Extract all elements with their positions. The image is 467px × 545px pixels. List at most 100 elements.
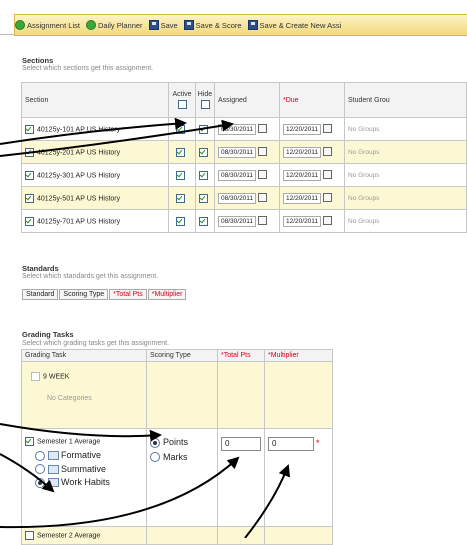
assigned-cell: 08/30/2011: [214, 140, 280, 164]
points-label: Points: [163, 437, 189, 447]
assigned-cell: 08/30/2011: [214, 209, 280, 233]
active-cell: [168, 163, 196, 187]
assigned-date-input[interactable]: 08/30/2011: [218, 169, 257, 181]
assignment-list-button[interactable]: Assignment List: [15, 20, 80, 30]
multiplier-input[interactable]: 0: [268, 437, 314, 451]
calendar-icon[interactable]: [258, 170, 268, 180]
semester1-label: Semester 1 Average: [37, 438, 101, 446]
calendar-icon[interactable]: [258, 124, 268, 134]
hide-checkbox[interactable]: [199, 124, 208, 134]
marks-radio[interactable]: [150, 452, 160, 463]
active-checkbox[interactable]: [176, 147, 185, 157]
groups-value: No Groups: [348, 148, 380, 156]
week-task-cell: 9 WEEK No Categories: [21, 361, 147, 429]
semester2-total-cell: [217, 526, 265, 545]
daily-planner-label: Daily Planner: [97, 20, 143, 30]
active-checkbox[interactable]: [176, 193, 185, 203]
category-formative[interactable]: Formative: [25, 450, 143, 461]
hide-checkbox[interactable]: [199, 170, 208, 180]
assigned-date-input[interactable]: 08/30/2011: [218, 146, 257, 158]
assigned-date-input[interactable]: 08/30/2011: [218, 192, 257, 204]
sections-subtitle: Select which sections get this assignmen…: [22, 65, 154, 72]
scoring-marks-option[interactable]: Marks: [150, 452, 214, 463]
green-circle-icon: [85, 20, 96, 30]
section-checkbox[interactable]: [25, 170, 34, 180]
semester1-checkbox[interactable]: [25, 437, 34, 446]
toolbar: Assignment List Daily Planner Save Save …: [0, 0, 467, 36]
save-score-button[interactable]: Save & Score: [183, 20, 242, 30]
assigned-date-input[interactable]: 08/30/2011: [218, 215, 257, 227]
due-date-input[interactable]: 12/20/2011: [283, 123, 322, 135]
hide-cell: [195, 163, 215, 187]
week-mult-cell: [264, 361, 333, 429]
hide-checkbox[interactable]: [199, 147, 208, 157]
week-checkbox[interactable]: [31, 372, 40, 381]
category-summative[interactable]: Summative: [25, 464, 143, 475]
active-select-all-checkbox[interactable]: [177, 100, 187, 109]
semester1-task-cell: Semester 1 Average Formative Summative W…: [21, 428, 147, 527]
grading-task-row: 9 WEEK No Categories: [21, 361, 333, 429]
save-disk-icon: [247, 20, 258, 30]
section-checkbox[interactable]: [25, 216, 34, 226]
section-checkbox[interactable]: [25, 147, 34, 157]
calendar-icon[interactable]: [258, 216, 268, 226]
total-pts-input[interactable]: 0: [221, 437, 261, 451]
section-name-cell: 40125y-701 AP US History: [21, 209, 169, 233]
formative-radio[interactable]: [35, 450, 45, 461]
section-name: 40125y-301 AP US History: [37, 171, 121, 179]
active-checkbox[interactable]: [176, 216, 185, 226]
due-date-input[interactable]: 12/20/2011: [283, 215, 322, 227]
marks-label: Marks: [163, 451, 188, 462]
hide-select-all-checkbox[interactable]: [200, 100, 210, 109]
groups-value: No Groups: [348, 217, 380, 225]
assigned-date-input[interactable]: 08/30/2011: [218, 123, 257, 135]
section-checkbox[interactable]: [25, 124, 34, 134]
semester2-scoring-cell: [146, 526, 218, 545]
calendar-icon[interactable]: [258, 193, 268, 203]
work-habits-label: Work Habits: [61, 477, 110, 488]
points-radio[interactable]: [150, 437, 160, 448]
toolbar-strip: Assignment List Daily Planner Save Save …: [14, 14, 467, 36]
calendar-icon[interactable]: [323, 216, 333, 226]
daily-planner-button[interactable]: Daily Planner: [85, 20, 143, 30]
section-name-cell: 40125y-201 AP US History: [21, 140, 169, 164]
save-create-new-button[interactable]: Save & Create New Assi: [247, 20, 341, 30]
save-disk-icon: [183, 20, 194, 30]
section-name-cell: 40125y-301 AP US History: [21, 163, 169, 187]
groups-cell: No Groups: [344, 140, 467, 164]
assigned-cell: 08/30/2011: [214, 186, 280, 210]
calendar-icon[interactable]: [323, 193, 333, 203]
calendar-icon[interactable]: [323, 170, 333, 180]
section-name: 40125y-501 AP US History: [37, 194, 121, 202]
hide-checkbox[interactable]: [199, 216, 208, 226]
hide-cell: [195, 186, 215, 210]
active-checkbox[interactable]: [176, 124, 185, 134]
due-date-input[interactable]: 12/20/2011: [283, 169, 322, 181]
due-date-input[interactable]: 12/20/2011: [283, 146, 322, 158]
groups-value: No Groups: [348, 194, 380, 202]
calendar-icon[interactable]: [323, 124, 333, 134]
grading-tasks-table: Grading Task Scoring Type *Total Pts *Mu…: [21, 349, 333, 545]
active-checkbox[interactable]: [176, 170, 185, 180]
semester2-checkbox[interactable]: [25, 531, 34, 540]
section-checkbox[interactable]: [25, 193, 34, 203]
save-disk-icon: [148, 20, 159, 30]
scoring-type-header: Scoring Type: [146, 349, 218, 362]
multiplier-header: *Multiplier: [264, 349, 333, 362]
summative-radio[interactable]: [35, 464, 45, 475]
sections-title: Sections: [22, 56, 54, 65]
calendar-icon[interactable]: [258, 147, 268, 157]
category-work-habits[interactable]: Work Habits: [25, 477, 143, 488]
week-total-cell: [217, 361, 265, 429]
calendar-icon[interactable]: [323, 147, 333, 157]
hide-checkbox[interactable]: [199, 193, 208, 203]
summative-label: Summative: [61, 463, 107, 474]
active-header: Active: [168, 82, 196, 118]
work-habits-radio[interactable]: [35, 477, 45, 488]
section-row: 40125y-101 AP US History 08/30/2011 12/2…: [21, 117, 467, 141]
save-button[interactable]: Save: [148, 20, 178, 30]
due-date-input[interactable]: 12/20/2011: [283, 192, 322, 204]
due-cell: 12/20/2011: [279, 209, 345, 233]
standard-header: Standard: [22, 289, 59, 300]
scoring-points-option[interactable]: Points: [150, 437, 214, 448]
